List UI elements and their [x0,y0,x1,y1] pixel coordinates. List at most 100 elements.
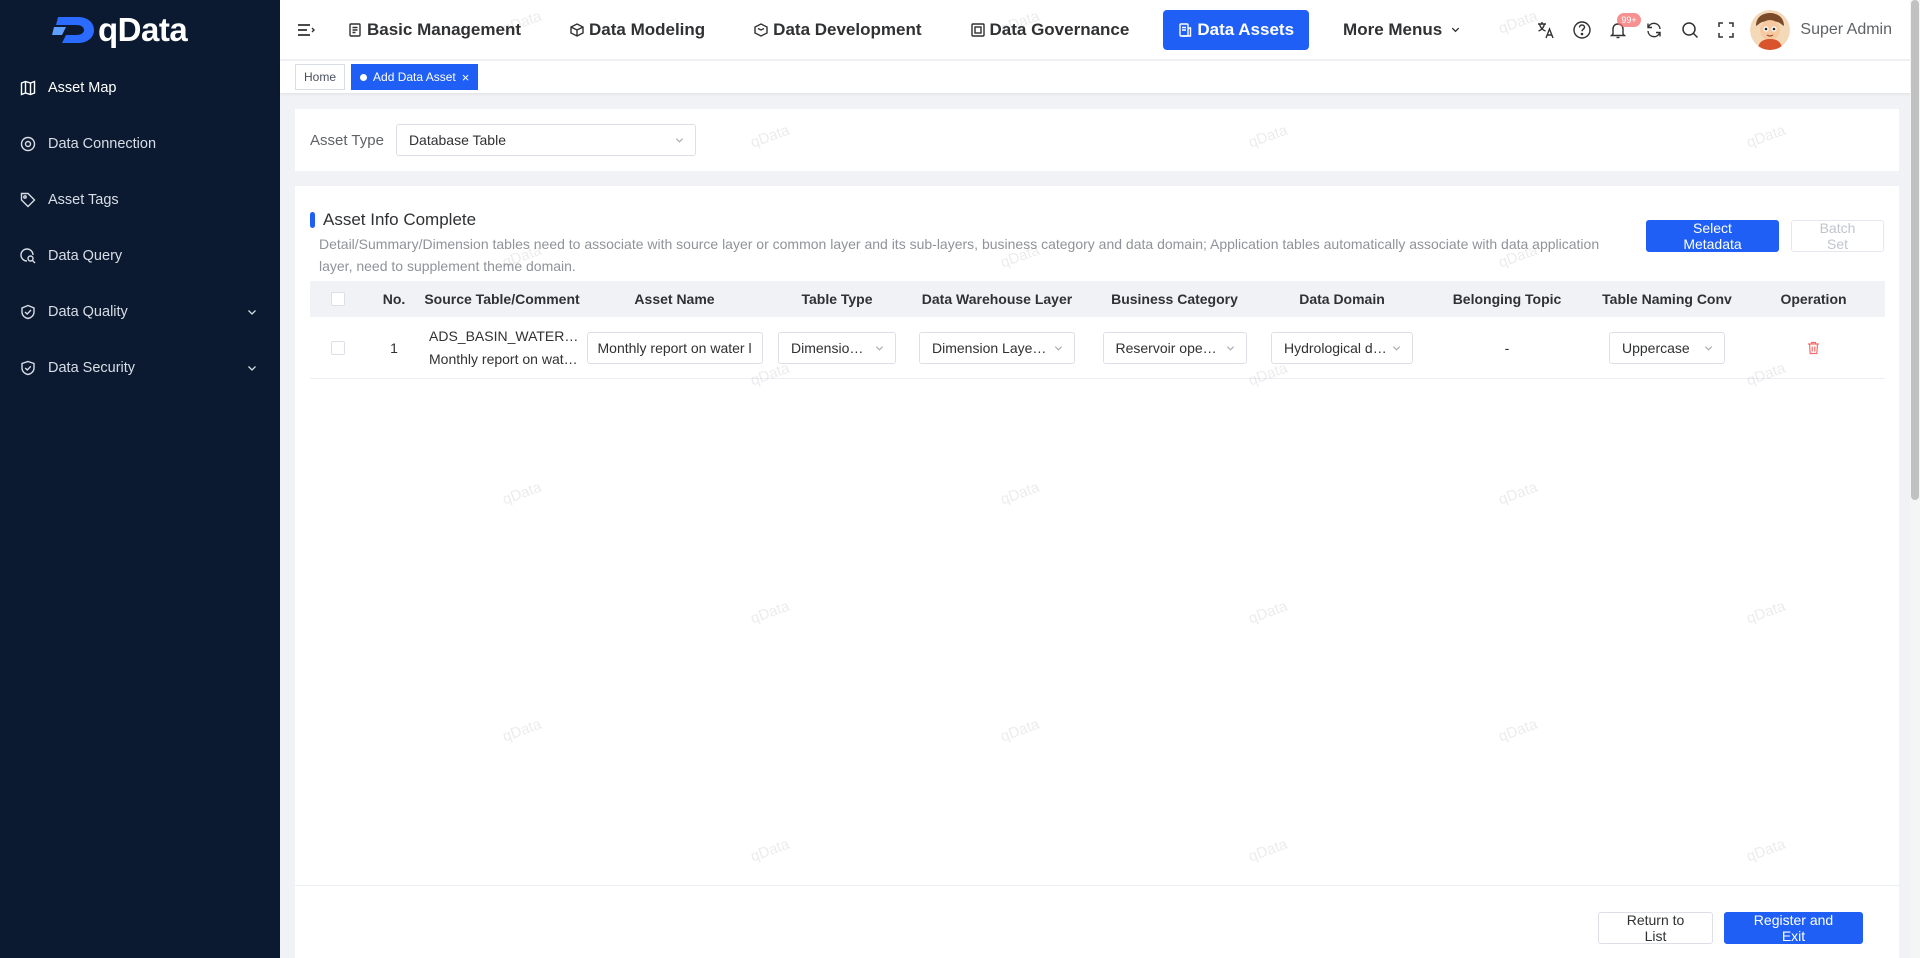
checkbox[interactable] [331,292,345,306]
username[interactable]: Super Admin [1800,21,1892,39]
topnav-label: Data Assets [1197,19,1295,39]
table-type-select[interactable]: Dimension Table [778,331,896,364]
batch-set-button[interactable]: Batch Set [1791,220,1884,252]
tabs-bar: Home Add Data Asset × [280,61,1920,93]
sidebar-item-data-query[interactable]: Data Query [0,228,280,284]
business-category-select[interactable]: Reservoir operation [1102,331,1247,364]
source-table-comment: Monthly report on water level of basin [429,350,579,367]
select-value: Database Table [408,132,506,148]
table-type-cell: Dimension Table [767,317,907,378]
sidebar-item-label: Data Connection [48,136,157,152]
asset-table: No. Source Table/Comment Asset Name Tabl… [310,281,1885,379]
header-actions: 99+ Super Admin [1520,0,1920,60]
chevron-down-icon [1450,24,1461,35]
sidebar-item-data-security[interactable]: Data Security [0,340,280,396]
header-select-all[interactable] [310,281,366,317]
chevron-down-icon [874,342,885,353]
topnav-label: More Menus [1343,19,1443,39]
governance-icon [970,22,985,37]
sidebar-item-label: Data Security [48,360,136,376]
column-header: Data Warehouse Layer [921,291,1073,307]
select-value: Reservoir operation [1115,339,1221,356]
map-icon [20,80,36,96]
belonging-topic-cell: - [1504,339,1510,356]
sidebar-item-label: Data Query [48,248,123,264]
select-value: Dimension Table [791,339,871,356]
document-icon [348,22,362,37]
dw-layer-select[interactable]: Dimension Layer (DIM) [919,331,1075,364]
topnav-more-menus[interactable]: More Menus [1328,10,1476,50]
row-number: 1 [390,339,398,356]
bell-icon[interactable]: 99+ [1608,13,1641,40]
chevron-down-icon [246,362,258,374]
qdata-logo-icon [52,13,96,47]
page-scrollbar[interactable] [1910,0,1920,958]
avatar[interactable] [1750,10,1791,50]
assets-icon [1178,22,1192,37]
source-table-cell: ADS_BASIN_WATER_MONTHLY_REPORT Monthly r… [422,317,582,378]
tab-home[interactable]: Home [295,64,346,90]
quality-icon [20,304,36,320]
tab-label: Add Data Asset [373,70,456,84]
help-icon[interactable] [1572,20,1592,40]
delete-icon[interactable] [1807,341,1820,355]
tab-add-data-asset[interactable]: Add Data Asset × [351,64,479,90]
register-and-exit-button[interactable]: Register and Exit [1724,912,1863,944]
section-title-text: Asset Info Complete [323,210,477,229]
chevron-down-icon [1225,342,1236,353]
sidebar: qData Asset Map Data Connection Asset Ta… [0,0,280,958]
search-icon[interactable] [1680,20,1700,40]
asset-name-cell [582,317,767,378]
row-select[interactable] [310,317,366,378]
asset-info-card: Asset Info Complete Detail/Summary/Dimen… [295,186,1899,958]
asset-type-label: Asset Type [310,131,384,149]
logo[interactable]: qData [0,0,280,60]
connection-icon [20,136,36,152]
scrollbar-thumb[interactable] [1911,0,1919,500]
return-to-list-button[interactable]: Return to List [1598,912,1713,944]
tag-icon [20,192,36,208]
dw-layer-cell: Dimension Layer (DIM) [907,317,1087,378]
topnav-label: Data Modeling [589,19,706,39]
asset-type-select[interactable]: Database Table [395,124,696,156]
close-icon[interactable]: × [462,70,470,85]
sidebar-item-data-connection[interactable]: Data Connection [0,116,280,172]
naming-convention-select[interactable]: Uppercase [1609,331,1725,364]
asset-name-input[interactable] [586,331,763,364]
topnav-data-development[interactable]: Data Development [739,10,936,50]
top-nav: Basic Management Data Modeling Data Deve… [333,0,1495,60]
active-dot-icon [360,73,368,81]
menu-toggle-icon[interactable] [297,22,315,38]
chevron-down-icon [1391,342,1402,353]
column-header: Table Naming Conv [1602,291,1732,307]
chevron-down-icon [1703,342,1714,353]
topnav-label: Basic Management [367,19,521,39]
sidebar-item-asset-tags[interactable]: Asset Tags [0,172,280,228]
chevron-down-icon [674,135,685,146]
topnav-data-assets[interactable]: Data Assets [1163,9,1310,50]
chevron-down-icon [246,306,258,318]
shield-icon [20,360,36,376]
tab-label: Home [304,70,337,84]
fullscreen-icon[interactable] [1716,20,1736,40]
box-icon [754,22,768,37]
column-header: Business Category [1111,291,1238,307]
sidebar-item-label: Data Quality [48,304,128,320]
refresh-icon[interactable] [1644,20,1664,40]
topnav-data-modeling[interactable]: Data Modeling [555,10,720,50]
notification-badge: 99+ [1617,13,1641,27]
column-header: Source Table/Comment [424,291,580,307]
sidebar-item-data-quality[interactable]: Data Quality [0,284,280,340]
translate-icon[interactable] [1536,20,1556,40]
data-domain-select[interactable]: Hydrological data [1271,331,1413,364]
topnav-data-governance[interactable]: Data Governance [956,10,1145,50]
sidebar-item-asset-map[interactable]: Asset Map [0,60,280,116]
table-header: No. Source Table/Comment Asset Name Tabl… [310,281,1885,317]
title-accent-bar [310,212,315,228]
column-header: No. [382,291,406,307]
form-footer: Return to List Register and Exit [295,885,1899,958]
select-metadata-button[interactable]: Select Metadata [1646,220,1779,252]
checkbox[interactable] [331,340,345,355]
app-name: qData [98,11,188,48]
topnav-basic-management[interactable]: Basic Management [333,10,536,50]
